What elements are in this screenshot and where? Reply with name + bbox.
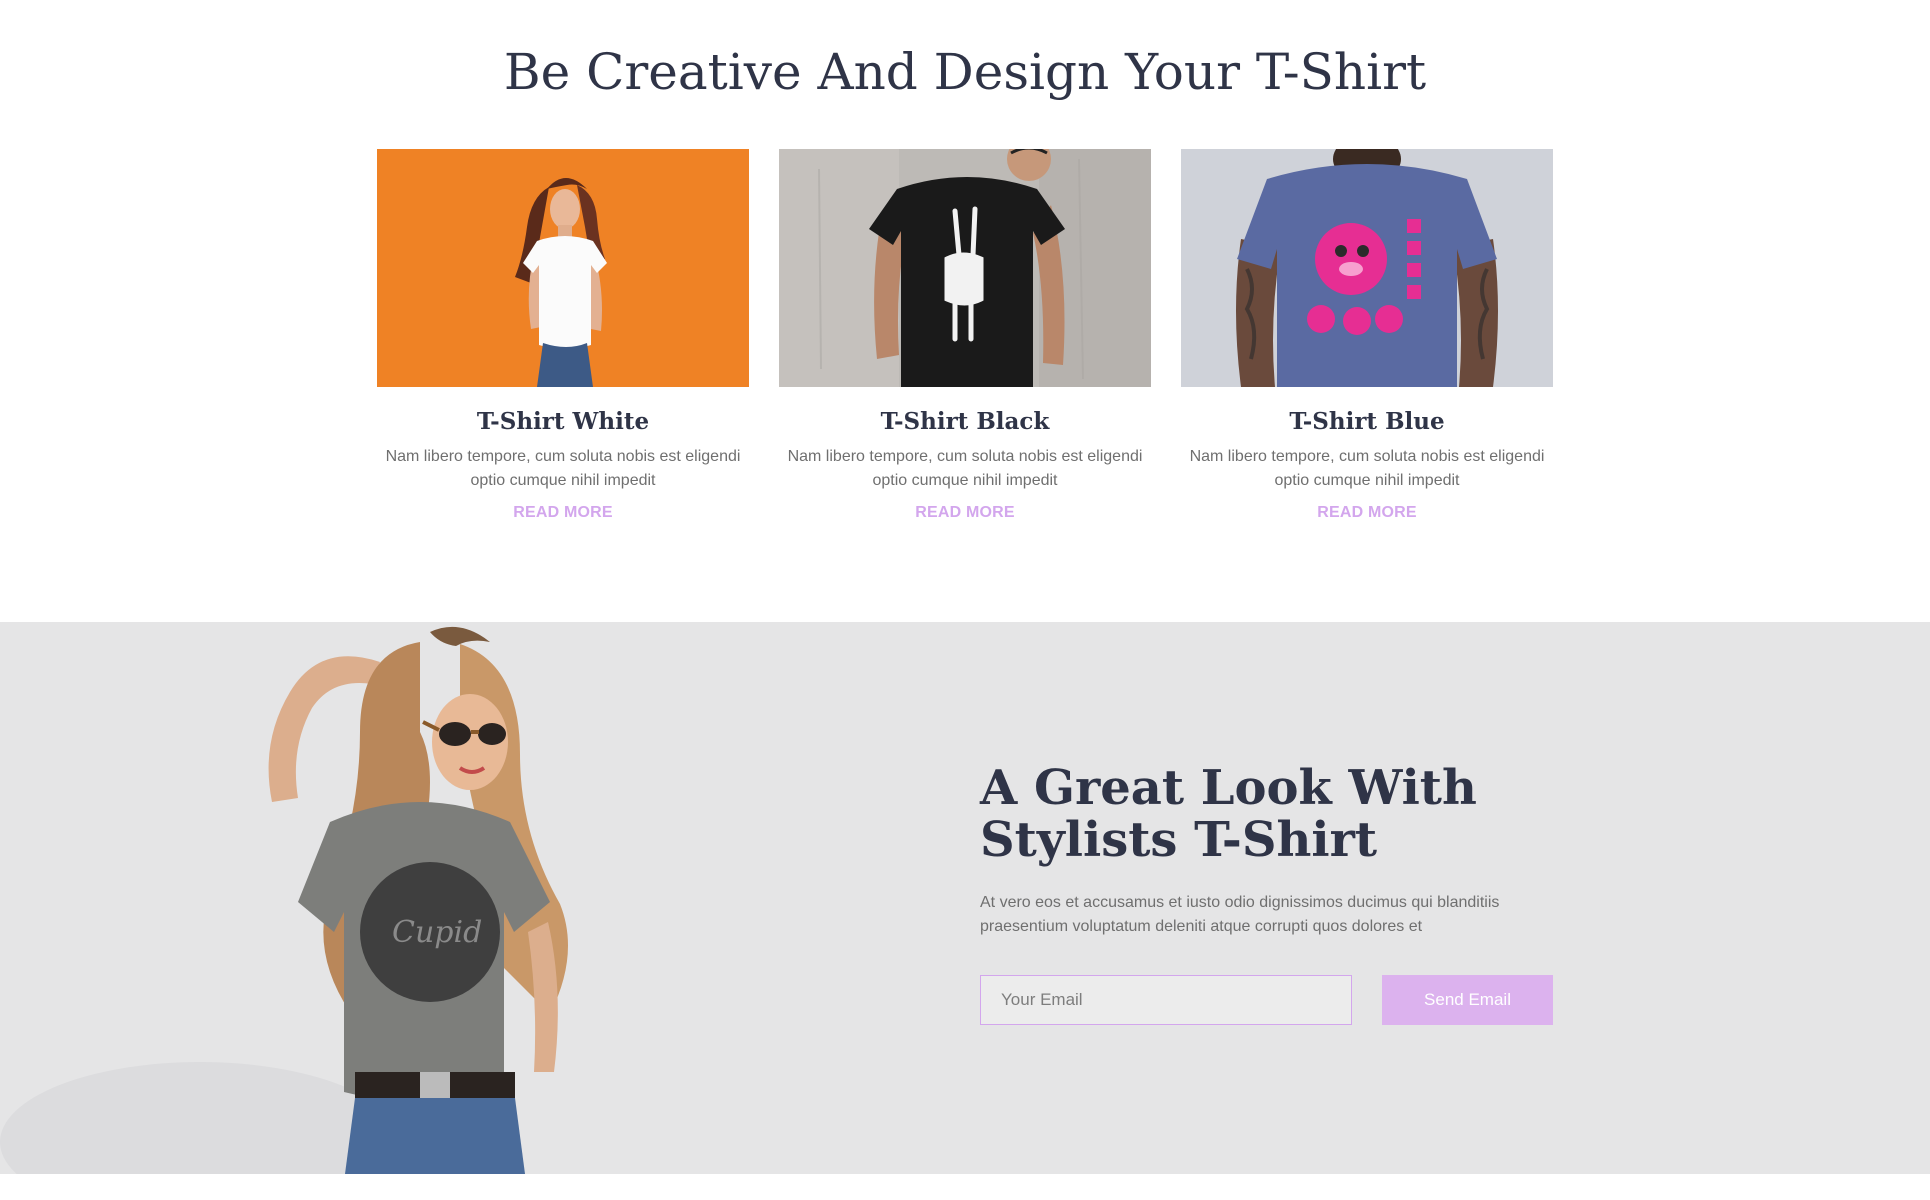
product-title: T-Shirt White [476, 408, 650, 435]
product-image-white [377, 149, 749, 387]
product-description: Nam libero tempore, cum soluta nobis est… [787, 448, 1143, 489]
send-email-button[interactable]: Send Email [1382, 975, 1553, 1025]
product-title: T-Shirt Blue [1289, 408, 1445, 435]
newsletter-section: Cupid A Great Look With Stylists T-Shirt… [0, 622, 1930, 1174]
model-photo: Cupid [0, 622, 820, 1174]
section-title: Be Creative And Design Your T-Shirt [503, 43, 1427, 101]
product-image-black [779, 149, 1151, 387]
read-more-link[interactable]: READ MORE [779, 503, 1151, 523]
product-title: T-Shirt Black [880, 408, 1050, 435]
product-description: Nam libero tempore, cum soluta nobis est… [1189, 448, 1545, 489]
svg-text:Cupid: Cupid [392, 915, 482, 950]
product-card-black: T-Shirt Black Nam libero tempore, cum so… [779, 149, 1151, 523]
bottom-strip [0, 1174, 1930, 1200]
email-input[interactable] [980, 975, 1352, 1025]
page: Be Creative And Design Your T-Shirt T-Sh… [0, 0, 1930, 1200]
read-more-link[interactable]: READ MORE [377, 503, 749, 523]
product-card-white: T-Shirt White Nam libero tempore, cum so… [377, 149, 749, 523]
product-card-blue: T-Shirt Blue Nam libero tempore, cum sol… [1181, 149, 1553, 523]
newsletter-description: At vero eos et accusamus et iusto odio d… [980, 894, 1500, 935]
read-more-link[interactable]: READ MORE [1181, 503, 1553, 523]
product-description: Nam libero tempore, cum soluta nobis est… [385, 448, 741, 489]
newsletter-title: A Great Look With Stylists T-Shirt [980, 760, 1477, 868]
product-image-blue [1181, 149, 1553, 387]
products-section: Be Creative And Design Your T-Shirt T-Sh… [0, 0, 1930, 622]
